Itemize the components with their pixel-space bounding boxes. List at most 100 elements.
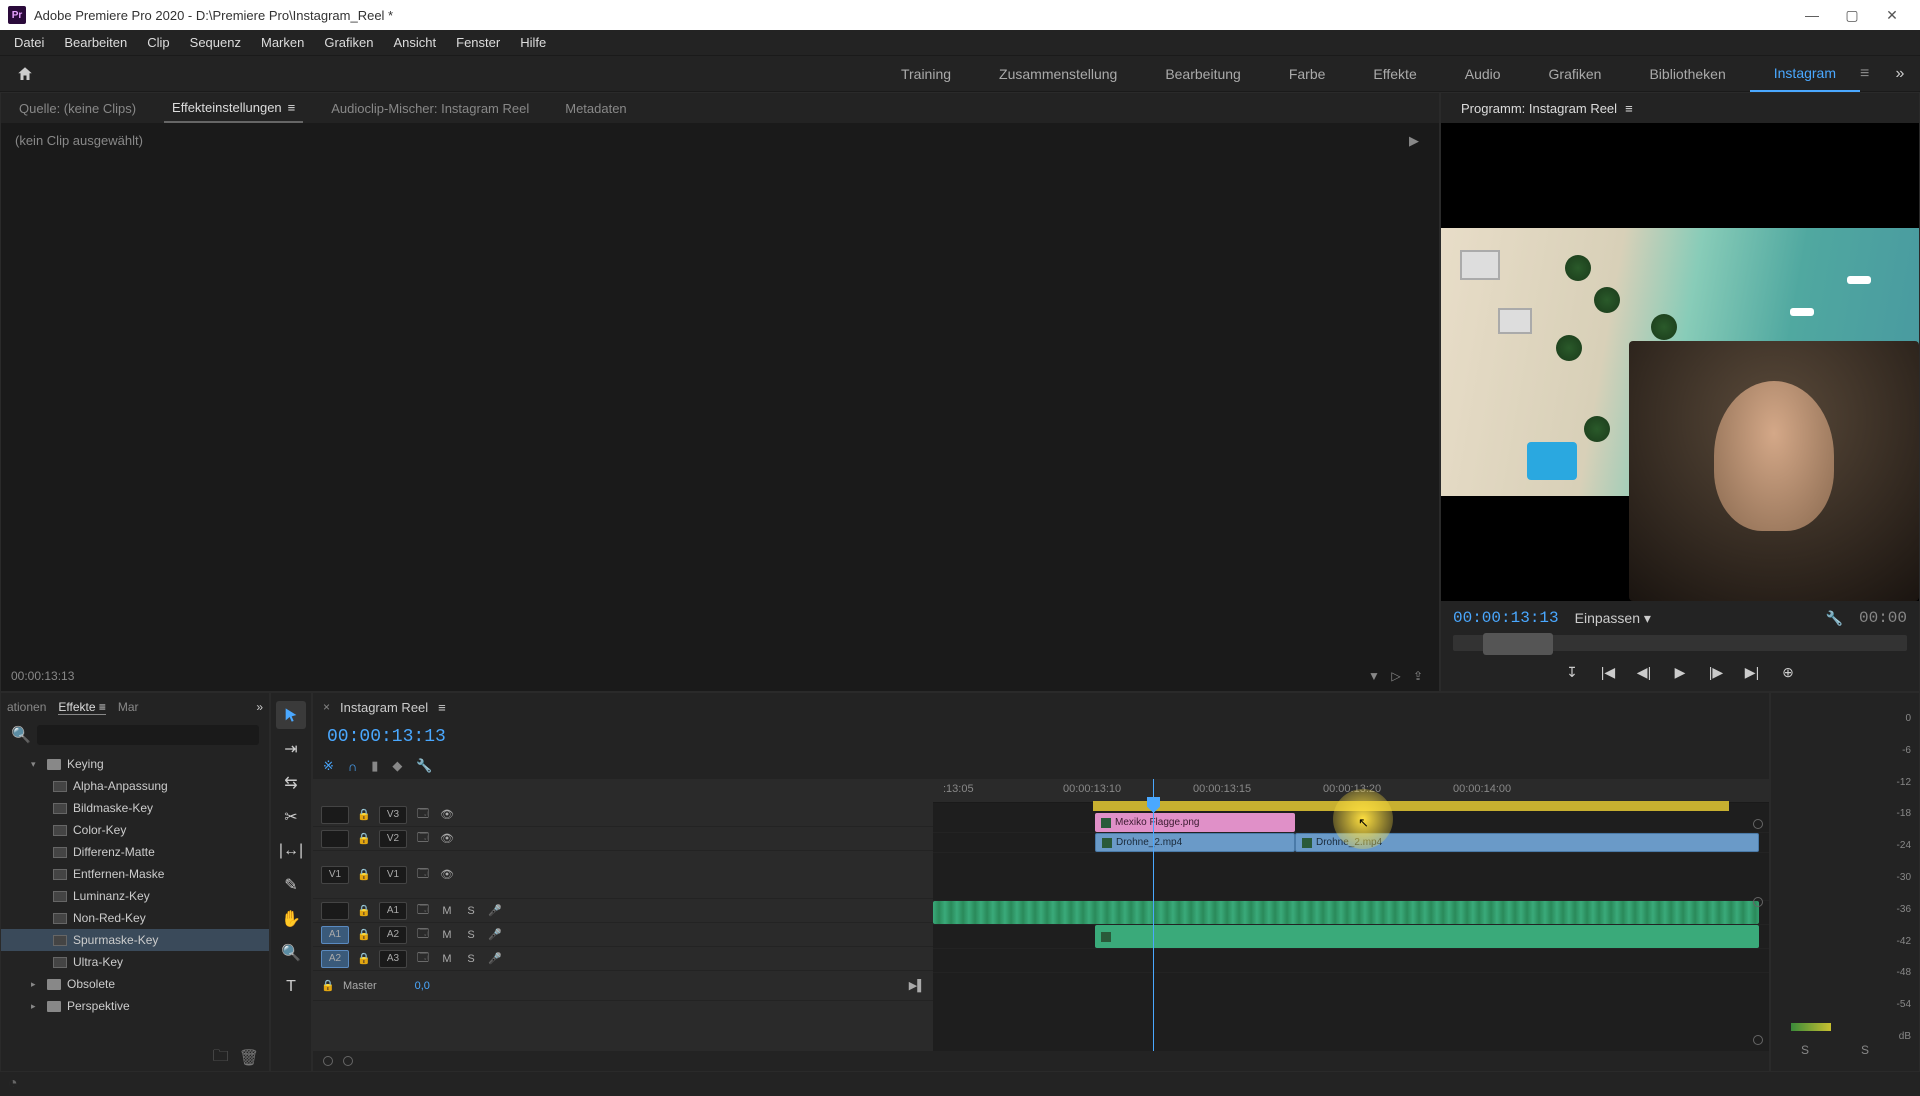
- folder-keying[interactable]: ▾ Keying: [1, 753, 269, 775]
- fx-ultra-key[interactable]: Ultra-Key: [1, 951, 269, 973]
- play-button[interactable]: ▶: [1669, 661, 1691, 683]
- ws-training[interactable]: Training: [877, 56, 975, 92]
- solo-left[interactable]: S: [1801, 1043, 1809, 1057]
- home-button[interactable]: [0, 65, 50, 83]
- linked-selection-icon[interactable]: ∩: [348, 759, 357, 774]
- voice-icon[interactable]: 🎤: [487, 952, 503, 965]
- timeline-zoom-bar[interactable]: [313, 1051, 1769, 1071]
- lock-icon[interactable]: 🔒: [321, 979, 335, 992]
- track-master-header[interactable]: 🔒 Master 0,0 ▶▌: [313, 971, 933, 1001]
- track-a1[interactable]: [933, 901, 1769, 925]
- maximize-button[interactable]: ▢: [1832, 0, 1872, 30]
- timeline-timecode[interactable]: 00:00:13:13: [327, 727, 446, 747]
- ws-effekte[interactable]: Effekte: [1349, 56, 1440, 92]
- hand-tool[interactable]: ✋: [276, 905, 306, 933]
- eye-icon[interactable]: 👁: [439, 868, 455, 881]
- clip-mexiko-flagge[interactable]: Mexiko Flagge.png: [1095, 813, 1295, 832]
- solo-button[interactable]: S: [463, 953, 479, 965]
- automation-icon[interactable]: ▶▌: [909, 979, 925, 992]
- program-monitor[interactable]: [1441, 123, 1919, 601]
- timeline-tracks[interactable]: :13:05 00:00:13:10 00:00:13:15 00:00:13:…: [933, 779, 1769, 1051]
- export-icon[interactable]: ⇪: [1407, 669, 1429, 683]
- tab-effekte[interactable]: Effekte ≡: [58, 700, 106, 715]
- tab-marken[interactable]: Mar: [118, 700, 139, 714]
- scroll-marker[interactable]: [1753, 897, 1763, 907]
- folder-obsolete[interactable]: ▸ Obsolete: [1, 973, 269, 995]
- clip-audio-a1[interactable]: [933, 901, 1759, 924]
- ws-bibliotheken[interactable]: Bibliotheken: [1625, 56, 1749, 92]
- program-scrubber[interactable]: [1453, 635, 1907, 651]
- menu-grafiken[interactable]: Grafiken: [314, 35, 383, 50]
- voice-icon[interactable]: 🎤: [487, 928, 503, 941]
- track-a3-header[interactable]: A2🔒 A3 🗔 M S 🎤: [313, 947, 933, 971]
- menu-bearbeiten[interactable]: Bearbeiten: [54, 35, 137, 50]
- program-menu-icon[interactable]: ≡: [1625, 101, 1633, 116]
- scroll-marker[interactable]: [1753, 819, 1763, 829]
- type-tool[interactable]: T: [276, 973, 306, 1001]
- mark-in-button[interactable]: ↧: [1561, 661, 1583, 683]
- fx-color-key[interactable]: Color-Key: [1, 819, 269, 841]
- track-v3-header[interactable]: 🔒 V3 🗔 👁: [313, 803, 933, 827]
- lock-icon[interactable]: 🔒: [357, 868, 371, 881]
- minimize-button[interactable]: —: [1792, 0, 1832, 30]
- tab-metadaten[interactable]: Metadaten: [557, 93, 634, 123]
- scrub-handle[interactable]: [1483, 633, 1553, 655]
- track-a2-header[interactable]: A1🔒 A2 🗔 M S 🎤: [313, 923, 933, 947]
- master-value[interactable]: 0,0: [415, 980, 430, 992]
- tab-quelle[interactable]: Quelle: (keine Clips): [11, 93, 144, 123]
- ws-overflow[interactable]: »: [1880, 65, 1920, 83]
- toggle-output-icon[interactable]: 🗔: [415, 949, 431, 968]
- razor-tool[interactable]: ✂: [276, 803, 306, 831]
- fx-alpha-anpassung[interactable]: Alpha-Anpassung: [1, 775, 269, 797]
- sequence-menu-icon[interactable]: ≡: [438, 700, 446, 715]
- track-v1[interactable]: [933, 853, 1769, 901]
- ws-farbe[interactable]: Farbe: [1265, 56, 1350, 92]
- fit-dropdown[interactable]: Einpassen ▾: [1575, 610, 1651, 627]
- work-area-bar[interactable]: [1093, 801, 1729, 811]
- filter-icon[interactable]: ▼: [1363, 669, 1385, 683]
- lock-icon[interactable]: 🔒: [357, 952, 371, 965]
- clip-drohne-b[interactable]: Drohne_2.mp4: [1295, 833, 1759, 852]
- scroll-marker[interactable]: [1753, 1035, 1763, 1045]
- snap-icon[interactable]: ※: [323, 758, 334, 774]
- close-button[interactable]: ✕: [1872, 0, 1912, 30]
- lock-icon[interactable]: 🔒: [357, 928, 371, 941]
- track-a1-header[interactable]: 🔒 A1 🗔 M S 🎤: [313, 899, 933, 923]
- track-v2-header[interactable]: 🔒 V2 🗔 👁: [313, 827, 933, 851]
- mark-out-button[interactable]: |◀: [1597, 661, 1619, 683]
- menu-clip[interactable]: Clip: [137, 35, 179, 50]
- solo-button[interactable]: S: [463, 905, 479, 917]
- menu-fenster[interactable]: Fenster: [446, 35, 510, 50]
- tabs-overflow[interactable]: »: [256, 700, 263, 714]
- twisty-icon[interactable]: ▾: [31, 759, 41, 770]
- clip-audio-a2[interactable]: [1095, 925, 1759, 948]
- voice-icon[interactable]: 🎤: [487, 904, 503, 917]
- tab-menu-icon[interactable]: ≡: [99, 700, 106, 714]
- ws-bearbeitung[interactable]: Bearbeitung: [1141, 56, 1265, 92]
- ripple-edit-tool[interactable]: ⇆: [276, 769, 306, 797]
- menu-hilfe[interactable]: Hilfe: [510, 35, 556, 50]
- ws-instagram[interactable]: Instagram: [1750, 56, 1860, 92]
- ws-grafiken[interactable]: Grafiken: [1525, 56, 1626, 92]
- lock-icon[interactable]: 🔒: [357, 808, 371, 821]
- mute-button[interactable]: M: [439, 929, 455, 941]
- ws-zusammenstellung[interactable]: Zusammenstellung: [975, 56, 1141, 92]
- program-timecode[interactable]: 00:00:13:13: [1453, 609, 1559, 627]
- eye-icon[interactable]: 👁: [439, 832, 455, 845]
- settings-icon[interactable]: 🔧: [416, 758, 432, 774]
- track-v3[interactable]: Mexiko Flagge.png: [933, 813, 1769, 833]
- search-input[interactable]: [37, 725, 259, 745]
- pen-tool[interactable]: ✎: [276, 871, 306, 899]
- mute-button[interactable]: M: [439, 905, 455, 917]
- delete-icon[interactable]: 🗑: [239, 1048, 259, 1068]
- go-out-button[interactable]: ▶|: [1741, 661, 1763, 683]
- toggle-output-icon[interactable]: 🗔: [415, 829, 431, 848]
- zoom-handle-right[interactable]: [343, 1056, 353, 1066]
- clip-drohne-a[interactable]: Drohne_2.mp4: [1095, 833, 1295, 852]
- zoom-handle-left[interactable]: [323, 1056, 333, 1066]
- menu-marken[interactable]: Marken: [251, 35, 314, 50]
- ws-audio[interactable]: Audio: [1441, 56, 1525, 92]
- fx-entfernen-maske[interactable]: Entfernen-Maske: [1, 863, 269, 885]
- twisty-icon[interactable]: ▸: [31, 979, 41, 990]
- export-frame-button[interactable]: ⊕: [1777, 661, 1799, 683]
